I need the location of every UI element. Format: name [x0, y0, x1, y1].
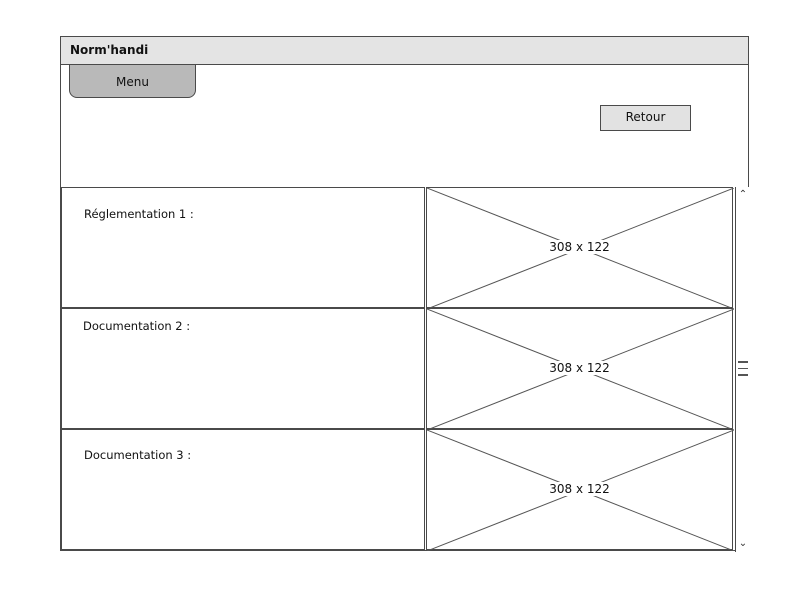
window-title: Norm'handi — [70, 43, 149, 57]
list-item-label: Documentation 3 : — [84, 448, 192, 462]
list-item-text-panel: Documentation 3 : — [61, 429, 425, 550]
image-placeholder: 308 x 122 — [426, 429, 734, 551]
title-bar: Norm'handi — [61, 37, 748, 65]
chevron-up-icon[interactable]: ⌃ — [736, 188, 750, 202]
list-item-text-panel: Réglementation 1 : — [61, 187, 425, 308]
list-item: Documentation 3 : 308 x 122 — [61, 429, 734, 551]
image-placeholder: 308 x 122 — [426, 308, 734, 430]
list-item-label: Documentation 2 : — [83, 319, 191, 333]
list-item: Réglementation 1 : 308 x 122 — [61, 187, 734, 309]
image-placeholder: 308 x 122 — [426, 187, 734, 309]
scroll-thumb[interactable] — [738, 357, 748, 381]
document-list: Réglementation 1 : 308 x 122 Documentati… — [61, 187, 734, 551]
menu-button[interactable]: Menu — [69, 64, 196, 98]
chevron-down-icon[interactable]: ⌄ — [736, 537, 750, 551]
image-size-caption: 308 x 122 — [548, 361, 611, 375]
list-item-text-panel: Documentation 2 : — [61, 308, 425, 429]
list-item: Documentation 2 : 308 x 122 — [61, 308, 734, 430]
app-window: Norm'handi Menu Retour Réglementation 1 … — [60, 36, 750, 552]
image-size-caption: 308 x 122 — [548, 482, 611, 496]
vertical-scrollbar[interactable]: ⌃ ⌄ — [735, 187, 750, 552]
image-size-caption: 308 x 122 — [548, 240, 611, 254]
back-button[interactable]: Retour — [600, 105, 691, 131]
list-item-label: Réglementation 1 : — [84, 207, 194, 221]
